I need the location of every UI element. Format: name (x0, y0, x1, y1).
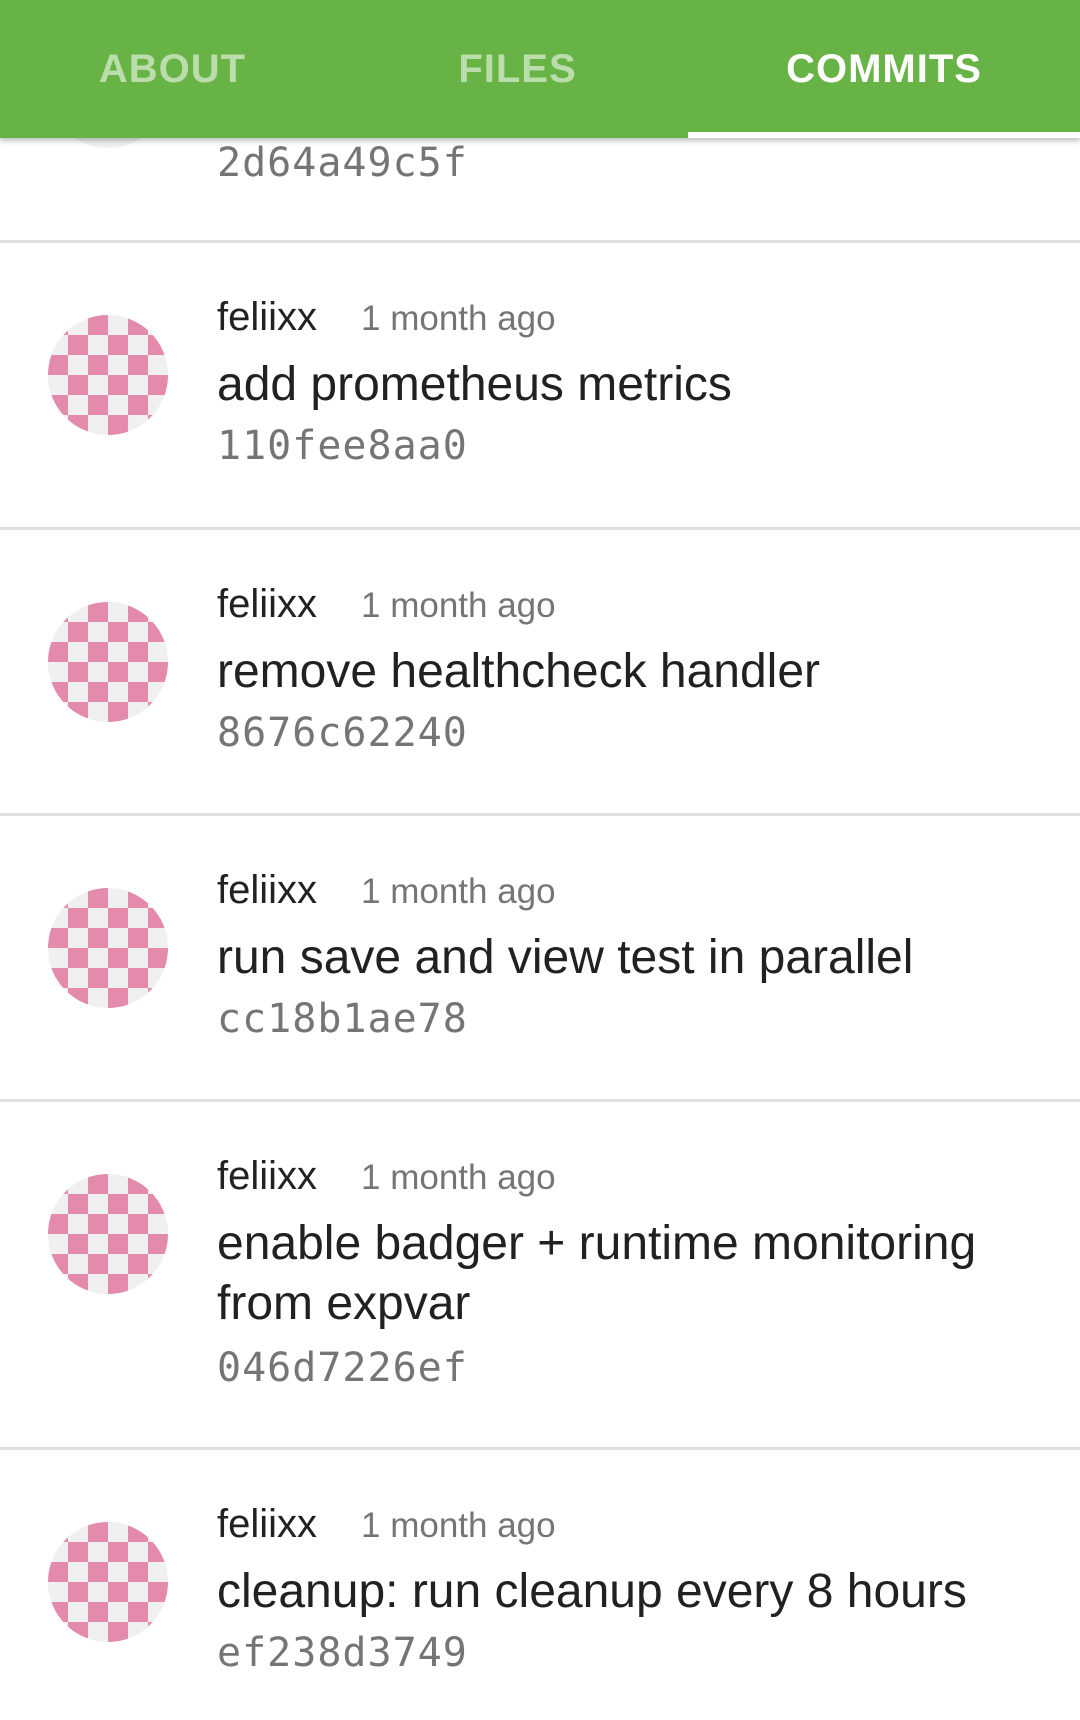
commit-row[interactable]: feliixx 1 month ago cleanup: run cleanup … (0, 1450, 1080, 1720)
commit-list: 2d64a49c5f feliixx 1 month ago add promet… (0, 0, 1080, 1699)
commit-sha: 046d7226ef (217, 1345, 468, 1391)
commit-meta: feliixx 1 month ago (217, 582, 556, 632)
commit-author: feliixx (217, 1502, 318, 1546)
commit-author: feliixx (217, 295, 318, 339)
author-avatar (48, 602, 168, 722)
author-avatar (48, 888, 168, 1008)
author-avatar (48, 315, 168, 435)
commit-time: 1 month ago (361, 1506, 556, 1545)
commit-author: feliixx (217, 582, 318, 626)
author-avatar (48, 1522, 168, 1642)
commit-meta: feliixx 1 month ago (217, 868, 556, 918)
commit-sha: cc18b1ae78 (217, 996, 468, 1042)
commit-row[interactable]: feliixx 1 month ago run save and view tes… (0, 816, 1080, 1102)
commit-message: add prometheus metrics (217, 358, 732, 411)
commit-author: feliixx (217, 1154, 318, 1198)
commit-sha: 110fee8aa0 (217, 423, 468, 469)
commit-author: feliixx (217, 868, 318, 912)
commit-sha: 2d64a49c5f (217, 140, 468, 186)
tab-about[interactable]: ABOUT (0, 0, 345, 138)
commit-message: cleanup: run cleanup every 8 hours (217, 1565, 967, 1618)
commit-sha: ef238d3749 (217, 1630, 468, 1676)
commit-meta: feliixx 1 month ago (217, 295, 556, 345)
commit-sha: 8676c62240 (217, 710, 468, 756)
commit-row[interactable]: feliixx 1 month ago add prometheus metric… (0, 243, 1080, 530)
tab-bar: ABOUT FILES COMMITS (0, 0, 1080, 138)
tab-commits[interactable]: COMMITS (688, 0, 1080, 138)
commit-message: remove healthcheck handler (217, 645, 821, 698)
active-tab-indicator (688, 132, 1080, 138)
commit-meta: feliixx 1 month ago (217, 1502, 556, 1552)
commit-time: 1 month ago (361, 586, 556, 625)
commit-message: run save and view test in parallel (217, 931, 914, 984)
commit-time: 1 month ago (361, 299, 556, 338)
tab-files[interactable]: FILES (345, 0, 690, 138)
commit-row[interactable]: feliixx 1 month ago remove healthcheck ha… (0, 530, 1080, 816)
commit-time: 1 month ago (361, 1158, 556, 1197)
author-avatar (48, 1174, 168, 1294)
commit-row[interactable]: feliixx 1 month ago enable badger + runti… (0, 1102, 1080, 1450)
commit-message: enable badger + runtime monitoring from … (217, 1217, 977, 1330)
commit-meta: feliixx 1 month ago (217, 1154, 556, 1204)
commit-time: 1 month ago (361, 872, 556, 911)
